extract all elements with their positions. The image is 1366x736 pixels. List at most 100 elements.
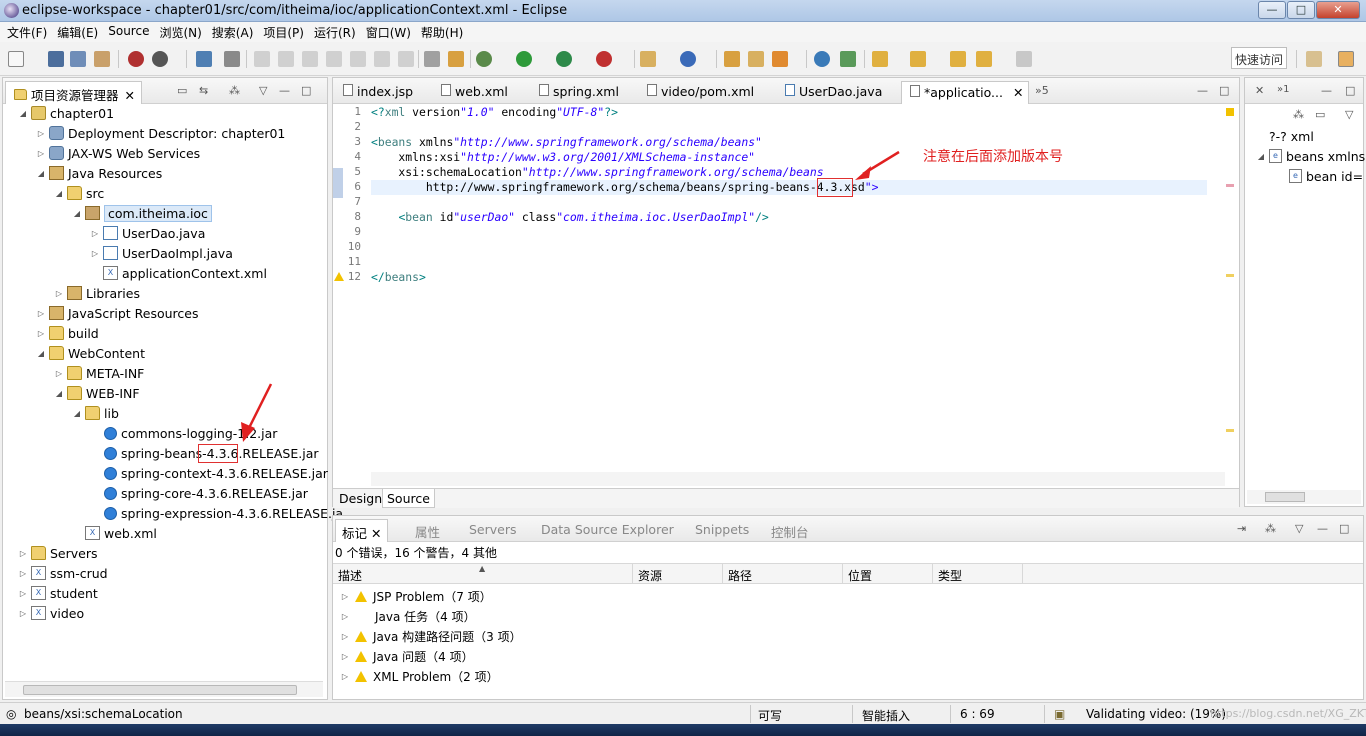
outline-item[interactable]: ◢ e beans xmlns bbox=[1255, 146, 1365, 166]
col-path[interactable]: 路径 bbox=[723, 564, 843, 584]
tree-item[interactable]: spring-context-4.3.6.RELEASE.jar bbox=[89, 463, 328, 483]
tree-item[interactable]: ▷ Servers bbox=[17, 543, 98, 563]
expand-toggle-icon[interactable]: ▷ bbox=[17, 549, 29, 558]
tree-item[interactable]: ▷ Xvideo bbox=[17, 603, 84, 623]
filters-icon[interactable]: ⁂ bbox=[229, 84, 240, 97]
menu-navigate[interactable]: 浏览(N) bbox=[156, 22, 208, 42]
user-icon[interactable] bbox=[152, 51, 168, 67]
tab-data-source-explorer[interactable]: Data Source Explorer bbox=[535, 519, 680, 542]
minimize-editor-icon[interactable]: — bbox=[1197, 84, 1208, 97]
tree-item[interactable]: spring-core-4.3.6.RELEASE.jar bbox=[89, 483, 308, 503]
expand-toggle-icon[interactable]: ◢ bbox=[71, 409, 83, 418]
tree-item[interactable]: Xweb.xml bbox=[71, 523, 157, 543]
tab-index-jsp[interactable]: index.jsp bbox=[335, 81, 419, 104]
tab-source[interactable]: Source bbox=[382, 489, 435, 508]
minimize-view-icon[interactable]: — bbox=[279, 84, 290, 97]
expand-toggle-icon[interactable]: ▷ bbox=[53, 289, 65, 298]
web-browser-icon[interactable] bbox=[814, 51, 830, 67]
expand-toggle-icon[interactable]: ▷ bbox=[35, 309, 47, 318]
tab-properties[interactable]: 属性 bbox=[409, 519, 446, 542]
expand-toggle-icon[interactable]: ▷ bbox=[339, 652, 351, 661]
close-tab-icon[interactable]: ✕ bbox=[125, 88, 135, 103]
expand-toggle-icon[interactable]: ▷ bbox=[339, 612, 351, 621]
tree-item[interactable]: ◢ WebContent bbox=[35, 343, 145, 363]
skip-breakpoints-icon[interactable] bbox=[224, 51, 240, 67]
menu-search[interactable]: 搜索(A) bbox=[209, 22, 261, 42]
use-step-filters-icon[interactable] bbox=[448, 51, 464, 67]
close-tab-icon[interactable]: ✕ bbox=[371, 526, 381, 541]
horizontal-scrollbar[interactable] bbox=[5, 681, 323, 697]
tree-item[interactable]: ▷ META-INF bbox=[53, 363, 144, 383]
step-into-icon[interactable] bbox=[350, 51, 366, 67]
suspend-icon[interactable] bbox=[278, 51, 294, 67]
close-button[interactable]: ✕ bbox=[1316, 1, 1360, 19]
tab-markers[interactable]: 标记 ✕ bbox=[335, 519, 389, 542]
tree-item[interactable]: ▷ JavaScript Resources bbox=[35, 303, 199, 323]
collapse-icon[interactable]: ▭ bbox=[1315, 108, 1325, 121]
view-overflow[interactable]: »1 bbox=[1277, 84, 1290, 95]
table-row[interactable]: ▷ Java 问题（4 项） bbox=[333, 646, 1023, 666]
filter-icon[interactable]: ⁂ bbox=[1265, 522, 1276, 535]
expand-toggle-icon[interactable]: ▷ bbox=[17, 569, 29, 578]
menu-file[interactable]: 文件(F) bbox=[4, 22, 54, 42]
step-over-icon[interactable] bbox=[374, 51, 390, 67]
expand-toggle-icon[interactable]: ▷ bbox=[339, 672, 351, 681]
tab-video-pom[interactable]: video/pom.xml bbox=[639, 81, 760, 104]
tab-overflow[interactable]: »5 bbox=[1035, 84, 1049, 97]
maximize-view-icon[interactable]: □ bbox=[1345, 84, 1355, 97]
new-server-icon[interactable] bbox=[640, 51, 656, 67]
tree-item[interactable]: ▷ Libraries bbox=[53, 283, 140, 303]
console-icon[interactable] bbox=[196, 51, 212, 67]
maximize-view-icon[interactable]: □ bbox=[301, 84, 311, 97]
menu-project[interactable]: 项目(P) bbox=[260, 22, 311, 42]
expand-toggle-icon[interactable]: ◢ bbox=[53, 389, 65, 398]
tree-item[interactable]: ▷ UserDao.java bbox=[89, 223, 205, 243]
tree-item[interactable]: ◢ src bbox=[53, 183, 104, 203]
tree-item[interactable]: ▷ build bbox=[35, 323, 99, 343]
expand-toggle-icon[interactable]: ▷ bbox=[35, 329, 47, 338]
tab-spring-xml[interactable]: spring.xml bbox=[531, 81, 625, 104]
search-tool-icon[interactable] bbox=[772, 51, 788, 67]
tree-item[interactable]: ▷ Xssm-crud bbox=[17, 563, 108, 583]
close-view-icon[interactable]: ✕ bbox=[1255, 84, 1264, 97]
menu-source[interactable]: Source bbox=[105, 22, 156, 42]
last-edit-location-icon[interactable] bbox=[950, 51, 966, 67]
outline-item[interactable]: ?-? xml bbox=[1269, 126, 1314, 146]
close-tab-icon[interactable]: ✕ bbox=[1013, 85, 1023, 100]
properties-icon[interactable] bbox=[94, 51, 110, 67]
tree-item[interactable]: ◢ lib bbox=[71, 403, 119, 423]
tab-snippets[interactable]: Snippets bbox=[689, 519, 755, 542]
outline-scrollbar[interactable] bbox=[1247, 490, 1361, 504]
open-type-icon[interactable] bbox=[128, 51, 144, 67]
tree-item[interactable]: ◢ com.itheima.ioc bbox=[71, 203, 212, 223]
minimize-view-icon[interactable]: — bbox=[1321, 84, 1332, 97]
tree-item[interactable]: ◢ chapter01 bbox=[17, 103, 114, 123]
menu-help[interactable]: 帮助(H) bbox=[418, 22, 470, 42]
status-validating[interactable]: Validating video: (19%) bbox=[1086, 707, 1226, 721]
tree-item[interactable]: spring-expression-4.3.6.RELEASE.ja bbox=[89, 503, 343, 523]
new-java-class-icon[interactable] bbox=[680, 51, 696, 67]
table-row[interactable]: ▷ Java 构建路径问题（3 项） bbox=[333, 626, 1023, 646]
maximize-button[interactable]: □ bbox=[1287, 1, 1315, 19]
menu-edit[interactable]: 编辑(E) bbox=[54, 22, 105, 42]
expand-toggle-icon[interactable]: ◢ bbox=[53, 189, 65, 198]
tab-project-explorer[interactable]: 项目资源管理器 ✕ bbox=[5, 81, 142, 104]
back-icon[interactable] bbox=[976, 51, 992, 67]
debug-icon[interactable] bbox=[476, 51, 492, 67]
expand-toggle-icon[interactable]: ▷ bbox=[339, 592, 351, 601]
java-ee-perspective-icon[interactable] bbox=[1338, 51, 1354, 67]
open-folder-icon[interactable] bbox=[724, 51, 740, 67]
save-all-icon[interactable] bbox=[70, 51, 86, 67]
tab-userdao-java[interactable]: UserDao.java bbox=[777, 81, 888, 104]
expand-toggle-icon[interactable]: ▷ bbox=[17, 589, 29, 598]
tree-item[interactable]: ▷ Deployment Descriptor: chapter01 bbox=[35, 123, 285, 143]
run-icon[interactable] bbox=[516, 51, 532, 67]
menu-run[interactable]: 运行(R) bbox=[311, 22, 363, 42]
tab-application-context[interactable]: *applicatio... ✕ bbox=[901, 81, 1029, 104]
next-annotation-icon[interactable] bbox=[872, 51, 888, 67]
new-file-icon[interactable] bbox=[8, 51, 24, 67]
filter-icon[interactable]: ⁂ bbox=[1293, 108, 1304, 121]
expand-toggle-icon[interactable]: ▷ bbox=[35, 149, 47, 158]
col-resource[interactable]: 资源 bbox=[633, 564, 723, 584]
view-menu-icon[interactable]: ▽ bbox=[259, 84, 267, 97]
